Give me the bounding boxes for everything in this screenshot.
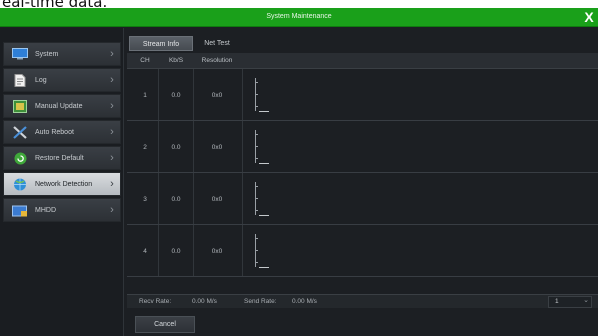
page-select-value: 1: [555, 298, 559, 305]
sidebar-item-label: Network Detection: [35, 180, 93, 188]
sidebar-item-label: Restore Default: [35, 154, 84, 162]
resolution-value: 0x0: [211, 92, 223, 99]
bitrate-graph: [243, 226, 598, 277]
sidebar-item-network-detection[interactable]: Network Detection ›: [3, 172, 121, 196]
close-icon[interactable]: X: [582, 9, 596, 25]
sidebar-item-manual-update[interactable]: Manual Update ›: [3, 94, 121, 118]
chevron-down-icon: ⌄: [583, 297, 589, 304]
page-select[interactable]: 1 ⌄: [548, 296, 592, 308]
graph-baseline: [259, 267, 269, 268]
graph-tick: [256, 210, 258, 211]
graph-tick: [256, 94, 258, 95]
sidebar-item-label: Auto Reboot: [35, 128, 74, 136]
table-row: 3 0.0 0x0: [127, 174, 598, 225]
sidebar-item-auto-reboot[interactable]: Auto Reboot ›: [3, 120, 121, 144]
chevron-right-icon: ›: [110, 74, 114, 86]
graph-tick: [256, 158, 258, 159]
channel-number: 4: [143, 248, 147, 255]
graph-tick: [256, 106, 258, 107]
bitrate-value: 0.0: [171, 144, 181, 151]
resolution-value: 0x0: [211, 144, 223, 151]
bitrate-graph: [243, 174, 598, 225]
status-bar: Recv Rate: 0.00 M/s Send Rate: 0.00 M/s …: [127, 294, 598, 308]
graph-tick: [256, 198, 258, 199]
tab-net-test[interactable]: Net Test: [197, 36, 237, 51]
graph-tick: [256, 82, 258, 83]
bitrate-value: 0.0: [171, 196, 181, 203]
chevron-right-icon: ›: [110, 126, 114, 138]
sidebar-item-label: System: [35, 50, 59, 58]
window-title: System Maintenance: [266, 13, 332, 20]
send-rate-label: Send Rate:: [244, 298, 277, 305]
tools-icon: [12, 125, 28, 139]
tab-stream-info[interactable]: Stream Info: [129, 36, 193, 51]
graph-tick: [256, 146, 258, 147]
resolution-value: 0x0: [211, 248, 223, 255]
system-maintenance-window: System Maintenance X System › Log › Manu…: [0, 8, 598, 336]
cancel-button[interactable]: Cancel: [135, 316, 195, 333]
sidebar-item-label: MHDD: [35, 206, 56, 214]
main-content: Stream Info Net Test CH Kb/S Resolution …: [127, 36, 598, 336]
recv-rate-label: Recv Rate:: [139, 298, 172, 305]
table-header: CH Kb/S Resolution: [127, 53, 598, 69]
disk-icon: [12, 204, 28, 217]
sidebar-item-system[interactable]: System ›: [3, 42, 121, 66]
document-icon: [12, 73, 28, 87]
chevron-right-icon: ›: [110, 204, 114, 216]
chevron-right-icon: ›: [110, 100, 114, 112]
bitrate-value: 0.0: [171, 92, 181, 99]
sidebar-item-log[interactable]: Log ›: [3, 68, 121, 92]
table-row: 2 0.0 0x0: [127, 122, 598, 173]
graph-baseline: [259, 163, 269, 164]
globe-icon: [12, 178, 28, 191]
send-rate-value: 0.00 M/s: [292, 298, 317, 305]
restore-icon: [12, 152, 28, 165]
column-header-ch: CH: [140, 57, 150, 64]
sidebar-item-label: Log: [35, 76, 47, 84]
channel-number: 2: [143, 144, 147, 151]
sidebar-item-label: Manual Update: [35, 102, 83, 110]
recv-rate-value: 0.00 M/s: [192, 298, 217, 305]
update-icon: [12, 99, 28, 113]
channel-number: 3: [143, 196, 147, 203]
table-row: 1 0.0 0x0: [127, 70, 598, 121]
graph-tick: [256, 262, 258, 263]
graph-tick: [256, 186, 258, 187]
bitrate-graph: [243, 70, 598, 121]
graph-tick: [256, 238, 258, 239]
table-row: 4 0.0 0x0: [127, 226, 598, 277]
sidebar: System › Log › Manual Update › Auto Rebo…: [0, 28, 124, 336]
bitrate-graph: [243, 122, 598, 173]
graph-tick: [256, 250, 258, 251]
graph-baseline: [259, 215, 269, 216]
column-header-resolution: Resolution: [201, 57, 233, 64]
channel-number: 1: [143, 92, 147, 99]
graph-baseline: [259, 111, 269, 112]
chevron-right-icon: ›: [110, 152, 114, 164]
title-bar: System Maintenance X: [0, 8, 598, 27]
bitrate-value: 0.0: [171, 248, 181, 255]
resolution-value: 0x0: [211, 196, 223, 203]
chevron-right-icon: ›: [110, 48, 114, 60]
column-header-kbs: Kb/S: [168, 57, 184, 64]
sidebar-item-restore-default[interactable]: Restore Default ›: [3, 146, 121, 170]
graph-tick: [256, 134, 258, 135]
sidebar-item-mhdd[interactable]: MHDD ›: [3, 198, 121, 222]
chevron-right-icon: ›: [110, 178, 114, 190]
monitor-icon: [12, 48, 28, 61]
